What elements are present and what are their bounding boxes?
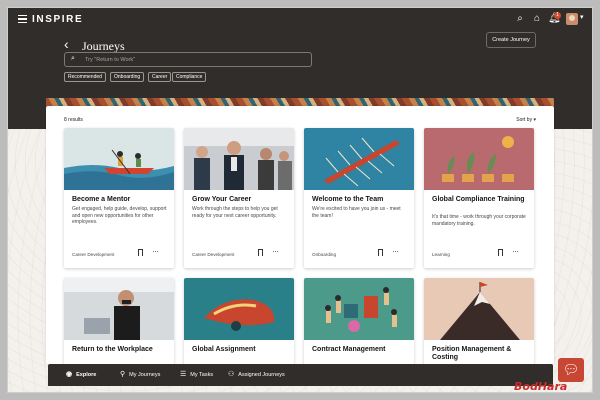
journey-card-contract-management[interactable]: Contract Management [304, 278, 414, 364]
nav-assigned-journeys[interactable]: ⚇ Assigned Journeys [228, 370, 285, 378]
more-options-icon[interactable]: ··· [152, 247, 159, 256]
card-category: Learning [432, 252, 450, 257]
create-journey-button[interactable]: Create Journey [486, 32, 536, 48]
nav-label: Assigned Journeys [238, 372, 285, 378]
journey-card-grow-your-career[interactable]: Grow Your Career Work through the steps … [184, 128, 294, 268]
nav-my-tasks[interactable]: ☰ My Tasks [180, 370, 213, 378]
card-category: Career Development [192, 252, 235, 257]
bookmark-icon[interactable] [258, 249, 263, 256]
journey-card-become-a-mentor[interactable]: Become a Mentor Get engaged, help guide,… [64, 128, 174, 268]
journey-card-position-management-costing[interactable]: Position Management & Costing [424, 278, 534, 364]
back-arrow-icon[interactable]: ‹ [64, 36, 69, 52]
mountain-illustration-icon [424, 278, 534, 340]
my-tasks-icon: ☰ [180, 371, 187, 378]
nav-label: My Tasks [190, 372, 214, 378]
card-title: Position Management & Costing [432, 346, 512, 361]
avatar[interactable] [566, 13, 578, 25]
journey-card-return-to-the-workplace[interactable]: Return to the Workplace [64, 278, 174, 364]
card-title: Return to the Workplace [72, 346, 153, 353]
card-image [424, 278, 534, 340]
sort-label: Sort by [516, 117, 533, 123]
card-image [304, 278, 414, 340]
card-description: Work through the steps to help you get r… [192, 206, 278, 219]
filter-chip-career[interactable]: Career [148, 72, 172, 82]
more-options-icon[interactable]: ··· [512, 247, 519, 256]
bookmark-icon[interactable] [498, 249, 503, 256]
chevron-down-icon[interactable]: ▾ [580, 13, 584, 21]
journey-card-welcome-to-the-team[interactable]: Welcome to the Team We're excited to hav… [304, 128, 414, 268]
office-photo-icon [184, 128, 294, 190]
card-title: Contract Management [312, 346, 386, 353]
nav-my-journeys[interactable]: ⚲ My Journeys [120, 370, 160, 378]
search-input[interactable] [85, 55, 305, 64]
journey-card-global-compliance-training[interactable]: Global Compliance Training It's that tim… [424, 128, 534, 268]
home-icon[interactable]: ⌂ [531, 13, 543, 25]
card-category: Career Development [72, 252, 115, 257]
card-image [184, 128, 294, 190]
filter-chip-recommended[interactable]: Recommended [64, 72, 106, 82]
results-panel: 8 results Sort by ▾ Become a Mentor Get … [46, 106, 554, 364]
app-window: INSPIRE ⌕ ⌂ 🔔︎ 1 ▾ ‹ Journeys Create Jou… [7, 7, 593, 393]
journey-card-global-assignment[interactable]: Global Assignment [184, 278, 294, 364]
chevron-down-icon: ▾ [533, 117, 536, 123]
card-title: Grow Your Career [192, 196, 252, 203]
notification-badge: 1 [554, 12, 561, 19]
team-blocks-illustration-icon [304, 278, 414, 340]
bookmark-icon[interactable] [138, 249, 143, 256]
filter-chip-onboarding[interactable]: Onboarding [110, 72, 145, 82]
card-title: Become a Mentor [72, 196, 131, 203]
globe-illustration-icon [184, 278, 294, 340]
card-image [304, 128, 414, 190]
card-category: Onboarding [312, 252, 337, 257]
bottom-navigation: ◉ Explore ⚲ My Journeys ☰ My Tasks ⚇ Assigne… [48, 364, 553, 386]
filter-chip-compliance[interactable]: Compliance [172, 72, 207, 82]
card-image [64, 128, 174, 190]
top-bar: INSPIRE ⌕ ⌂ 🔔︎ 1 ▾ [8, 8, 592, 30]
card-image [64, 278, 174, 340]
bookmark-icon[interactable] [378, 249, 383, 256]
card-description: It's that time - work through your corpo… [432, 214, 526, 227]
search-box[interactable]: ⌕ [64, 52, 312, 67]
workplace-photo-icon [64, 278, 174, 340]
more-options-icon[interactable]: ··· [392, 247, 399, 256]
card-description: Get engaged, help guide, develop, suppor… [72, 206, 167, 226]
card-title: Global Compliance Training [432, 196, 525, 203]
assigned-journeys-icon: ⚇ [228, 371, 235, 378]
nav-explore[interactable]: ◉ Explore [66, 370, 96, 378]
plants-illustration-icon [424, 128, 534, 190]
hamburger-menu-icon[interactable] [18, 15, 27, 23]
my-journeys-icon: ⚲ [120, 371, 126, 378]
search-icon: ⌕ [71, 55, 75, 62]
results-count: 8 results [64, 117, 83, 123]
decorative-banner [46, 98, 554, 106]
more-options-icon[interactable]: ··· [272, 247, 279, 256]
card-description: We're excited to have you join us - meet… [312, 206, 401, 219]
rowing-team-illustration-icon [304, 128, 414, 190]
explore-icon: ◉ [66, 371, 73, 378]
kayak-illustration-icon [64, 128, 174, 190]
card-title: Welcome to the Team [312, 196, 384, 203]
chat-icon[interactable]: 💬︎ [558, 358, 584, 382]
search-icon[interactable]: ⌕ [514, 13, 526, 25]
watermark: BodHara [514, 380, 568, 393]
nav-label: Explore [76, 372, 97, 378]
card-image [184, 278, 294, 340]
card-title: Global Assignment [192, 346, 256, 353]
brand-logo: INSPIRE [32, 14, 84, 25]
nav-label: My Journeys [129, 372, 161, 378]
sort-dropdown[interactable]: Sort by ▾ [516, 117, 536, 123]
card-image [424, 128, 534, 190]
